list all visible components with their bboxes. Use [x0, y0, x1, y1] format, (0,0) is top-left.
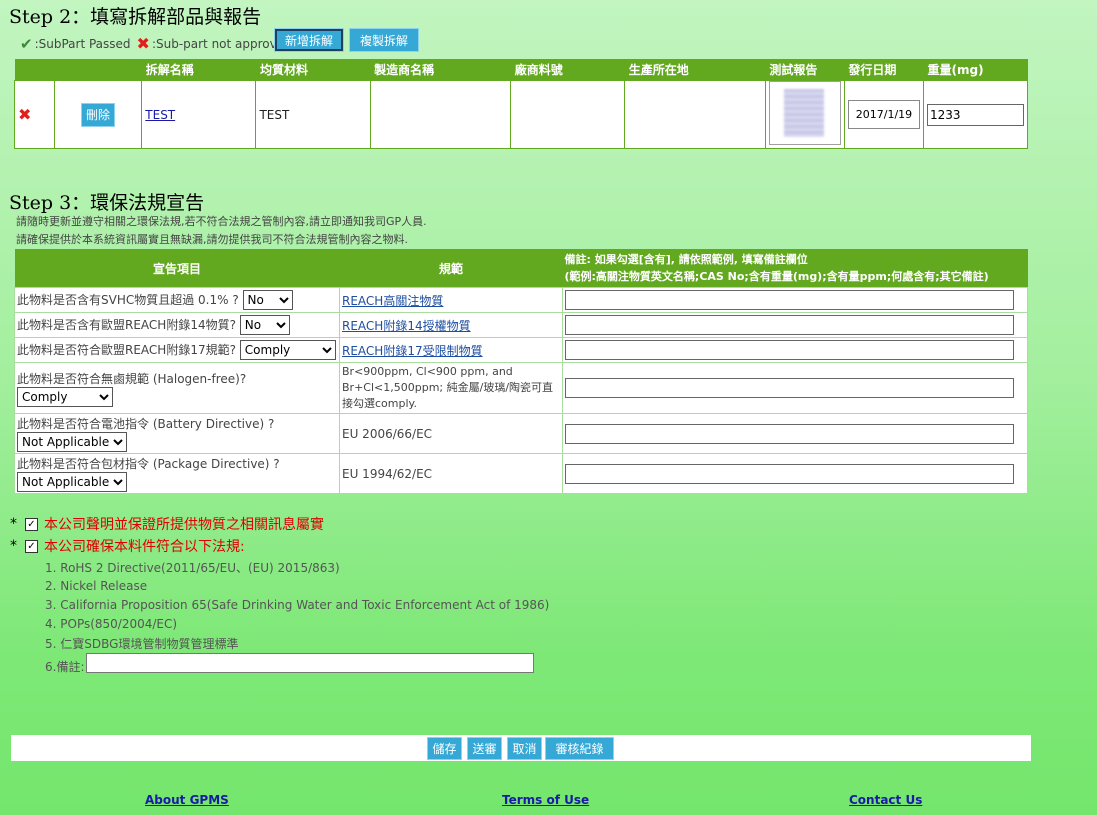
material-cell: TEST: [255, 80, 371, 149]
table-header: 拆解名稱 均質材料 製造商名稱 廠商料號 生產所在地 測試報告 發行日期 重量(…: [14, 59, 1028, 81]
table-row: 此物料是否符合歐盟REACH附錄17規範? Comply REACH附錄17受限…: [14, 337, 1028, 363]
table-header: 宣告項目 規範 備註: 如果勾選[含有], 請依照範例, 填寫備註欄位 (範例:…: [14, 249, 1028, 288]
declaration-1-text: 本公司聲明並保證所提供物質之相關訊息屬實: [44, 517, 324, 533]
declaration-1-checkbox[interactable]: ✓: [25, 517, 38, 531]
reach17-select[interactable]: Comply: [239, 340, 336, 360]
declaration-2: * ✓ 本公司確保本料件符合以下法規:: [10, 536, 245, 556]
weight-input[interactable]: 1233: [927, 103, 1024, 126]
delete-button[interactable]: 刪除: [81, 102, 116, 127]
col-header: 廠商料號: [510, 59, 625, 81]
step3-title: Step 3：環保法規宣告: [9, 192, 205, 214]
note-input-battery[interactable]: [565, 423, 1014, 444]
note-input-svhc[interactable]: [565, 290, 1014, 310]
contact-link[interactable]: Contact Us: [849, 793, 922, 807]
compliance-table: 宣告項目 規範 備註: 如果勾選[含有], 請依照範例, 填寫備註欄位 (範例:…: [14, 249, 1028, 494]
note-input-reach14[interactable]: [565, 315, 1014, 335]
status-legend: ✔ :SubPart Passed ✖ :Sub-part not approv…: [20, 34, 292, 53]
note-input-package[interactable]: [565, 463, 1014, 484]
question-reach17: 此物料是否符合歐盟REACH附錄17規範?: [17, 343, 236, 357]
location-cell: [624, 80, 766, 149]
legend-not-approved: :Sub-part not approved: [151, 36, 292, 51]
col-header: 重量(mg): [923, 59, 1028, 81]
step2-title: Step 2：填寫拆解部品與報告: [9, 6, 262, 28]
law-item: 3. California Proposition 65(Safe Drinki…: [45, 598, 550, 612]
note-header-line1: 備註: 如果勾選[含有], 請依照範例, 填寫備註欄位: [564, 253, 808, 266]
question-battery: 此物料是否符合電池指令 (Battery Directive) ?: [17, 417, 275, 431]
col-header: 均質材料: [255, 59, 371, 81]
test-report-thumbnail[interactable]: [768, 81, 841, 145]
package-select[interactable]: Not Applicable: [17, 472, 127, 492]
manufacturer-cell: [369, 80, 512, 149]
question-halogen: 此物料是否符合無鹵規範 (Halogen-free)?: [17, 371, 247, 386]
col-header: 製造商名稱: [370, 59, 511, 81]
legend-passed: :SubPart Passed: [34, 36, 131, 51]
law-item: 4. POPs(850/2004/EC): [45, 617, 178, 631]
spec-halogen: Br<900ppm, Cl<900 ppm, and Br+Cl<1,500pp…: [339, 362, 563, 414]
add-disassembly-button[interactable]: 新增拆解: [274, 28, 344, 52]
question-svhc: 此物料是否含有SVHC物質且超過 0.1% ?: [17, 293, 239, 307]
law-item: 5. 仁寶SDBG環境管制物質管理標準: [45, 637, 239, 651]
part-no-cell: [510, 80, 626, 149]
disassembly-table: 拆解名稱 均質材料 製造商名稱 廠商料號 生產所在地 測試報告 發行日期 重量(…: [14, 59, 1028, 149]
note-header-line2: (範例:高關注物質英文名稱;CAS No;含有重量(mg);含有量ppm;何處含…: [564, 270, 989, 283]
col-header: 測試報告: [765, 59, 845, 81]
terms-link[interactable]: Terms of Use: [502, 793, 589, 807]
col-header: 拆解名稱: [141, 59, 256, 81]
table-row: 此物料是否含有SVHC物質且超過 0.1% ? No REACH高關注物質: [14, 287, 1028, 313]
col-header: 生產所在地: [624, 59, 766, 81]
spec-package: EU 1994/62/EC: [339, 453, 563, 494]
spec-link-reach17[interactable]: REACH附錄17受限制物質: [342, 344, 483, 358]
table-row: 此物料是否含有歐盟REACH附錄14物質? No REACH附錄14授權物質: [14, 312, 1028, 338]
col-note-header: 備註: 如果勾選[含有], 請依照範例, 填寫備註欄位 (範例:高關注物質英文名…: [562, 249, 1028, 288]
spec-link-svhc[interactable]: REACH高關注物質: [342, 294, 443, 308]
note-label: 6.備註:: [45, 660, 85, 674]
notice-line-1: 請隨時更新並遵守相關之環保法規,若不符合法規之管制內容,請立即通知我司GP人員.: [16, 215, 427, 228]
issue-date-field[interactable]: 2017/1/19: [847, 100, 920, 129]
spec-battery: EU 2006/66/EC: [339, 413, 563, 454]
audit-log-button[interactable]: 審核紀錄: [545, 737, 614, 760]
required-mark: *: [10, 516, 17, 532]
table-row: 此物料是否符合無鹵規範 (Halogen-free)? Comply Br<90…: [14, 362, 1028, 414]
svhc-select[interactable]: No: [242, 290, 293, 310]
spec-link-reach14[interactable]: REACH附錄14授權物質: [342, 319, 471, 333]
not-approved-icon: ✖: [18, 105, 32, 124]
notice-line-2: 請確保提供於本系統資訊屬實且無缺漏,請勿提供我司不符合法規管制內容之物料.: [16, 233, 408, 246]
submit-button[interactable]: 送審: [467, 737, 502, 760]
col-header: [14, 59, 55, 81]
save-button[interactable]: 儲存: [427, 737, 462, 760]
table-row: 此物料是否符合包材指令 (Package Directive) ? Not Ap…: [14, 453, 1028, 494]
col-spec-header: 規範: [339, 249, 563, 288]
col-item-header: 宣告項目: [14, 249, 340, 288]
part-name-link[interactable]: TEST: [145, 108, 175, 122]
law-item: 1. RoHS 2 Directive(2011/65/EU、(EU) 2015…: [45, 561, 340, 575]
table-row: 此物料是否符合電池指令 (Battery Directive) ? Not Ap…: [14, 413, 1028, 454]
halogen-select[interactable]: Comply: [17, 386, 113, 407]
copy-disassembly-button[interactable]: 複製拆解: [349, 28, 419, 52]
report-preview-image: [783, 89, 824, 137]
note-input-reach17[interactable]: [565, 340, 1014, 360]
declaration-2-checkbox[interactable]: ✓: [25, 539, 38, 553]
remarks-input[interactable]: [86, 653, 534, 673]
question-reach14: 此物料是否含有歐盟REACH附錄14物質?: [17, 318, 236, 332]
col-header: 發行日期: [844, 59, 924, 81]
cancel-button[interactable]: 取消: [507, 737, 542, 760]
law-item: 2. Nickel Release: [45, 579, 148, 593]
battery-select[interactable]: Not Applicable: [17, 432, 127, 452]
cross-icon: ✖: [136, 34, 150, 53]
col-header: [54, 59, 142, 81]
question-package: 此物料是否符合包材指令 (Package Directive) ?: [17, 457, 280, 471]
check-icon: ✔: [20, 34, 33, 53]
required-mark: *: [10, 538, 17, 554]
reach14-select[interactable]: No: [239, 315, 290, 335]
table-row: ✖ 刪除 TEST TEST 2017/1/19 1233: [14, 80, 1028, 149]
about-link[interactable]: About GPMS: [145, 793, 229, 807]
note-input-halogen[interactable]: [565, 378, 1014, 398]
declaration-2-text: 本公司確保本料件符合以下法規:: [44, 539, 245, 555]
declaration-1: * ✓ 本公司聲明並保證所提供物質之相關訊息屬實: [10, 514, 324, 534]
